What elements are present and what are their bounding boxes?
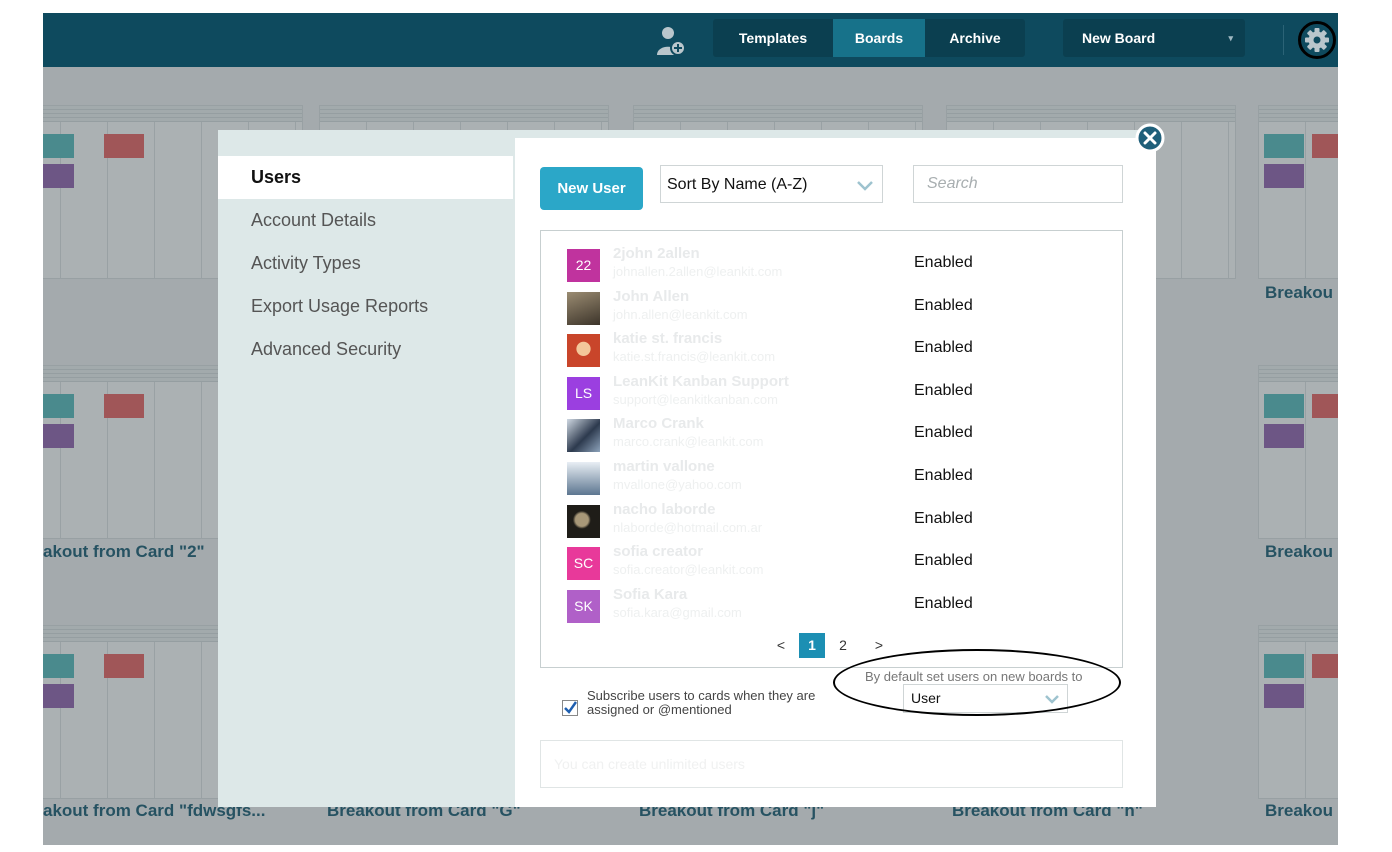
- user-email: johnallen.2allen@leankit.com: [613, 264, 783, 279]
- user-email: nlaborde@hotmail.com.ar: [613, 520, 763, 535]
- avatar: [567, 419, 600, 452]
- app-window: Templates Boards Archive New Board ▾ Bre…: [43, 13, 1338, 845]
- next-page-button[interactable]: >: [871, 633, 887, 658]
- avatar: 22: [567, 249, 600, 282]
- user-row[interactable]: nacho laborde nlaborde@hotmail.com.ar En…: [541, 500, 1122, 542]
- gear-icon[interactable]: [1298, 21, 1336, 59]
- user-name: sofia creator: [613, 543, 704, 560]
- user-status: Enabled: [914, 424, 973, 441]
- user-status: Enabled: [914, 382, 973, 399]
- user-email: support@leankitkanban.com: [613, 392, 778, 407]
- top-navigation-bar: Templates Boards Archive New Board ▾: [43, 13, 1338, 67]
- sort-select-value: Sort By Name (A-Z): [667, 176, 808, 193]
- sidebar-item-advanced-security[interactable]: Advanced Security: [218, 328, 513, 371]
- view-tabs: Templates Boards Archive: [713, 19, 1025, 57]
- user-row[interactable]: SC sofia creator sofia.creator@leankit.c…: [541, 542, 1122, 584]
- user-name: Sofia Kara: [613, 586, 688, 603]
- previous-page-button[interactable]: <: [773, 633, 789, 658]
- avatar: [567, 505, 600, 538]
- avatar: [567, 334, 600, 367]
- user-row[interactable]: SK Sofia Kara sofia.kara@gmail.com Enabl…: [541, 585, 1122, 627]
- user-name: nacho laborde: [613, 501, 716, 518]
- user-status: Enabled: [914, 297, 973, 314]
- avatar: SC: [567, 547, 600, 580]
- tab-archive[interactable]: Archive: [925, 19, 1025, 57]
- settings-sidebar: Users Account Details Activity Types Exp…: [218, 156, 513, 371]
- page-2-button[interactable]: 2: [835, 633, 851, 658]
- user-status: Enabled: [914, 339, 973, 356]
- tab-boards[interactable]: Boards: [833, 19, 925, 57]
- close-icon[interactable]: [1135, 123, 1165, 153]
- user-status: Enabled: [914, 552, 973, 569]
- user-list: 22 2john 2allen johnallen.2allen@leankit…: [540, 230, 1123, 668]
- user-limit-notice: You can create unlimited users: [540, 740, 1123, 788]
- new-board-label: New Board: [1082, 30, 1156, 46]
- search-input[interactable]: Search: [913, 165, 1123, 203]
- new-board-dropdown[interactable]: New Board ▾: [1063, 19, 1245, 57]
- add-user-icon[interactable]: [655, 25, 689, 57]
- avatar: [567, 292, 600, 325]
- avatar: [567, 462, 600, 495]
- users-panel: New User Sort By Name (A-Z) Search 22 2j…: [515, 138, 1156, 807]
- page-1-button[interactable]: 1: [799, 633, 825, 658]
- user-email: john.allen@leankit.com: [613, 307, 748, 322]
- user-row[interactable]: Marco Crank marco.crank@leankit.com Enab…: [541, 414, 1122, 456]
- user-status: Enabled: [914, 254, 973, 271]
- chevron-down-icon: [852, 166, 878, 219]
- user-name: katie st. francis: [613, 330, 723, 347]
- avatar: SK: [567, 590, 600, 623]
- user-name: Marco Crank: [613, 415, 704, 432]
- chevron-down-icon: ▾: [1228, 33, 1233, 43]
- user-row[interactable]: katie st. francis katie.st.francis@leank…: [541, 329, 1122, 371]
- user-status: Enabled: [914, 510, 973, 527]
- user-row[interactable]: 22 2john 2allen johnallen.2allen@leankit…: [541, 244, 1122, 286]
- sidebar-item-users[interactable]: Users: [218, 156, 513, 199]
- user-row[interactable]: John Allen john.allen@leankit.com Enable…: [541, 287, 1122, 329]
- avatar: LS: [567, 377, 600, 410]
- subscribe-checkbox[interactable]: [562, 700, 578, 716]
- user-name: John Allen: [613, 288, 690, 305]
- settings-modal: Users Account Details Activity Types Exp…: [218, 130, 1156, 807]
- tab-templates[interactable]: Templates: [713, 19, 833, 57]
- user-row[interactable]: martin vallone mvallone@yahoo.com Enable…: [541, 457, 1122, 499]
- user-name: LeanKit Kanban Support: [613, 373, 789, 390]
- sort-select[interactable]: Sort By Name (A-Z): [660, 165, 883, 203]
- user-email: katie.st.francis@leankit.com: [613, 349, 776, 364]
- user-email: sofia.kara@gmail.com: [613, 605, 742, 620]
- user-email: marco.crank@leankit.com: [613, 434, 764, 449]
- user-email: mvallone@yahoo.com: [613, 477, 742, 492]
- user-status: Enabled: [914, 467, 973, 484]
- user-name: martin vallone: [613, 458, 715, 475]
- sidebar-item-account-details[interactable]: Account Details: [218, 199, 513, 242]
- new-user-button[interactable]: New User: [540, 167, 643, 210]
- user-name: 2john 2allen: [613, 245, 700, 262]
- divider: [1283, 25, 1284, 55]
- sidebar-item-export-usage-reports[interactable]: Export Usage Reports: [218, 285, 513, 328]
- subscribe-label: Subscribe users to cards when they are a…: [587, 688, 816, 717]
- sidebar-item-activity-types[interactable]: Activity Types: [218, 242, 513, 285]
- user-row[interactable]: LS LeanKit Kanban Support support@leanki…: [541, 372, 1122, 414]
- user-email: sofia.creator@leankit.com: [613, 562, 764, 577]
- user-status: Enabled: [914, 595, 973, 612]
- checkmark-icon: [564, 701, 578, 714]
- annotation-ellipse: [833, 649, 1121, 716]
